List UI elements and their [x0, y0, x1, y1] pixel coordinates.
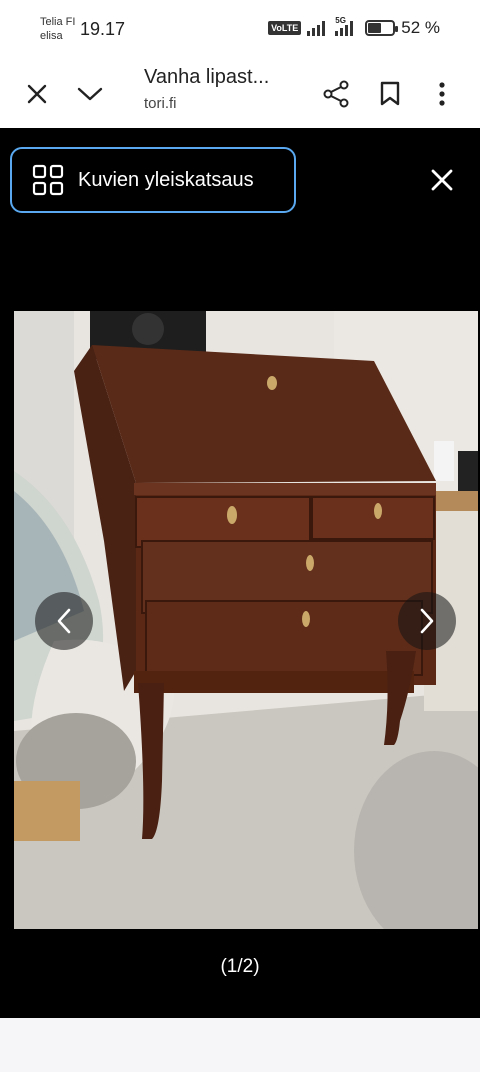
- close-icon[interactable]: [17, 74, 57, 114]
- carrier-label: Telia FI elisa: [40, 15, 75, 43]
- image-counter: (1/2): [220, 956, 260, 977]
- network-5g-indicator: 5G: [335, 16, 359, 36]
- chevron-down-icon[interactable]: [70, 74, 110, 114]
- image-viewer: Kuvien yleiskatsaus (1/2): [0, 128, 480, 1018]
- next-image-button[interactable]: [398, 592, 456, 650]
- battery-fill: [368, 23, 381, 33]
- more-vert-icon[interactable]: [422, 74, 462, 114]
- image-overview-label: Kuvien yleiskatsaus: [78, 168, 254, 191]
- network-label: 5G: [335, 16, 346, 25]
- grid-icon: [32, 164, 64, 196]
- chevron-right-icon: [420, 608, 434, 634]
- page-url[interactable]: tori.fi: [144, 95, 177, 112]
- browser-toolbar: Vanha lipast... tori.fi: [0, 58, 480, 128]
- listing-photo[interactable]: [14, 311, 478, 929]
- carrier-primary: Telia FI: [40, 16, 76, 28]
- page-title[interactable]: Vanha lipast...: [144, 66, 269, 89]
- image-overview-button[interactable]: Kuvien yleiskatsaus: [10, 147, 296, 213]
- status-indicators: VoLTE 5G 52 %: [268, 16, 440, 38]
- share-icon[interactable]: [316, 74, 356, 114]
- battery-percent: 52 %: [401, 18, 440, 37]
- status-bar: Telia FI elisa 19.17 VoLTE 5G 52 %: [0, 0, 480, 58]
- clock: 19.17: [80, 19, 126, 39]
- bottom-area: [0, 1018, 480, 1072]
- battery-icon: [365, 20, 399, 36]
- volte-badge: VoLTE: [268, 21, 302, 35]
- signal-icon: [307, 21, 326, 36]
- bookmark-icon[interactable]: [370, 74, 410, 114]
- chevron-left-icon: [57, 608, 71, 634]
- viewer-close-icon[interactable]: [422, 160, 462, 200]
- carrier-secondary: elisa: [40, 30, 63, 42]
- previous-image-button[interactable]: [35, 592, 93, 650]
